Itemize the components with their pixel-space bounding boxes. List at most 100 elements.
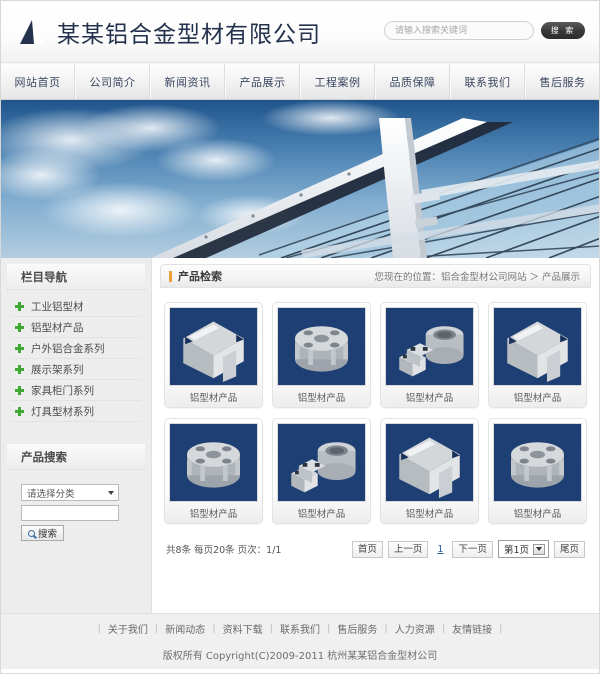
nav-item-news[interactable]: 新闻资讯 xyxy=(150,64,225,99)
triangle-logo-icon xyxy=(17,17,47,47)
product-label: 铝型材产品 xyxy=(189,508,238,520)
nav-item-service[interactable]: 售后服务 xyxy=(525,64,599,99)
product-label: 铝型材产品 xyxy=(189,392,238,404)
sidebar-item-label: 展示架系列 xyxy=(31,363,84,376)
aluminium-gear-profile-icon xyxy=(295,326,348,372)
pagination-last-button[interactable]: 尾页 xyxy=(553,540,585,558)
pagination-page-select[interactable]: 第1页 xyxy=(497,540,549,558)
nav-item-home[interactable]: 网站首页 xyxy=(1,64,75,99)
sidebar-item-label: 工业铝型材 xyxy=(31,300,84,313)
footer-link-download[interactable]: 资料下载 xyxy=(223,621,263,636)
search-icon xyxy=(28,529,35,537)
aluminium-combo-profile-icon xyxy=(291,442,356,493)
category-select-value: 请选择分类 xyxy=(27,488,75,500)
nav-item-products[interactable]: 产品展示 xyxy=(225,64,300,99)
separator: | xyxy=(384,623,388,634)
footer-link-friends[interactable]: 友情链接 xyxy=(452,621,492,636)
banner-illustration xyxy=(1,100,599,258)
footer-link-news[interactable]: 新闻动态 xyxy=(165,621,205,636)
sidebar-item-label: 家具柜门系列 xyxy=(31,384,94,397)
header-search-area: 搜 索 xyxy=(384,21,585,40)
product-card[interactable]: 铝型材产品 xyxy=(380,302,479,408)
pagination: 共8条 每页20条 页次：1/1 首页 上一页 1 下一页 第1页 尾页 xyxy=(160,524,591,558)
plus-icon xyxy=(15,343,24,353)
category-select[interactable]: 请选择分类 xyxy=(21,484,119,501)
sidebar: 栏目导航 工业铝型材 铝型材产品 户外铝合金系列 展示架系列 家具柜门系列 灯具… xyxy=(1,258,152,613)
footer-link-about[interactable]: 关于我们 xyxy=(108,621,148,636)
aluminium-gear-profile-icon xyxy=(187,442,240,488)
product-search-title: 产品搜索 xyxy=(7,444,145,470)
product-thumbnail xyxy=(169,423,258,502)
logo-block[interactable]: 某某铝合金型材有限公司 xyxy=(17,15,321,49)
product-thumbnail xyxy=(277,307,366,386)
chevron-down-icon xyxy=(532,543,545,555)
product-card[interactable]: 铝型材产品 xyxy=(488,302,587,408)
search-input[interactable] xyxy=(384,21,534,40)
search-button[interactable]: 搜 索 xyxy=(541,22,585,39)
product-thumbnail xyxy=(277,423,366,502)
pagination-first-button[interactable]: 首页 xyxy=(351,540,383,558)
sidebar-item-outdoor[interactable]: 户外铝合金系列 xyxy=(11,338,141,359)
main-panel: 产品检索 您现在的位置：铝合金型材公司网站 ＞ 产品展示 铝型材产品 铝型材产品… xyxy=(152,258,599,613)
sidebar-item-label: 户外铝合金系列 xyxy=(31,342,105,355)
plus-icon xyxy=(15,322,24,332)
product-card[interactable]: 铝型材产品 xyxy=(272,302,371,408)
sidebar-category-list: 工业铝型材 铝型材产品 户外铝合金系列 展示架系列 家具柜门系列 灯具型材系列 xyxy=(11,296,141,422)
footer-link-service[interactable]: 售后服务 xyxy=(337,621,377,636)
aluminium-angle-profile-icon xyxy=(399,437,460,499)
sidebar-item-furniture-door[interactable]: 家具柜门系列 xyxy=(11,380,141,401)
page-root: 某某铝合金型材有限公司 搜 索 网站首页 公司简介 新闻资讯 产品展示 工程案例… xyxy=(0,0,600,674)
aluminium-gear-profile-icon xyxy=(511,442,564,488)
company-name: 某某铝合金型材有限公司 xyxy=(57,21,321,48)
sidebar-item-profile-products[interactable]: 铝型材产品 xyxy=(11,317,141,338)
product-search-form: 请选择分类 搜索 xyxy=(7,470,145,541)
product-keyword-input[interactable] xyxy=(21,505,119,521)
main-nav: 网站首页 公司简介 新闻资讯 产品展示 工程案例 品质保障 联系我们 售后服务 xyxy=(1,63,599,100)
sidebar-item-label: 铝型材产品 xyxy=(31,321,84,334)
nav-item-cases[interactable]: 工程案例 xyxy=(300,64,375,99)
separator: | xyxy=(269,623,273,634)
footer-link-hr[interactable]: 人力资源 xyxy=(395,621,435,636)
chevron-down-icon xyxy=(108,491,114,495)
sidebar-item-lamp-profile[interactable]: 灯具型材系列 xyxy=(11,401,141,422)
page-title: 产品检索 xyxy=(178,270,222,283)
site-footer: | 关于我们 | 新闻动态 | 资料下载 | 联系我们 | 售后服务 | 人力资… xyxy=(1,613,599,669)
product-thumbnail xyxy=(385,423,474,502)
footer-link-contact[interactable]: 联系我们 xyxy=(280,621,320,636)
product-search-button[interactable]: 搜索 xyxy=(21,525,65,541)
plus-icon xyxy=(15,364,24,374)
nav-item-contact[interactable]: 联系我们 xyxy=(450,64,525,99)
product-thumbnail xyxy=(493,307,582,386)
product-card[interactable]: 铝型材产品 xyxy=(272,418,371,524)
panel-title-block: 产品检索 xyxy=(169,268,222,284)
pagination-page-select-value: 第1页 xyxy=(503,545,529,556)
aluminium-angle-profile-icon xyxy=(183,321,244,383)
pagination-buttons: 首页 上一页 1 下一页 第1页 尾页 xyxy=(351,540,585,558)
product-thumbnail xyxy=(493,423,582,502)
product-thumbnail xyxy=(169,307,258,386)
sidebar-item-label: 灯具型材系列 xyxy=(31,405,94,418)
product-label: 铝型材产品 xyxy=(405,508,454,520)
breadcrumb: 您现在的位置：铝合金型材公司网站 ＞ 产品展示 xyxy=(374,272,580,283)
separator: | xyxy=(441,623,446,634)
product-card[interactable]: 铝型材产品 xyxy=(164,418,263,524)
pagination-prev-button[interactable]: 上一页 xyxy=(387,540,429,558)
pagination-page-1[interactable]: 1 xyxy=(433,542,447,557)
product-label: 铝型材产品 xyxy=(513,508,562,520)
aluminium-angle-profile-icon xyxy=(507,321,568,383)
accent-bar-icon xyxy=(169,270,172,282)
product-card[interactable]: 铝型材产品 xyxy=(164,302,263,408)
footer-links: | 关于我们 | 新闻动态 | 资料下载 | 联系我们 | 售后服务 | 人力资… xyxy=(91,621,510,636)
sidebar-item-display-rack[interactable]: 展示架系列 xyxy=(11,359,141,380)
product-card[interactable]: 铝型材产品 xyxy=(380,418,479,524)
nav-item-about[interactable]: 公司简介 xyxy=(75,64,150,99)
pagination-next-button[interactable]: 下一页 xyxy=(452,540,493,558)
sidebar-item-industrial[interactable]: 工业铝型材 xyxy=(11,296,141,317)
product-card[interactable]: 铝型材产品 xyxy=(488,418,587,524)
sidebar-nav-title: 栏目导航 xyxy=(7,264,145,290)
plus-icon xyxy=(15,406,24,416)
content-area: 栏目导航 工业铝型材 铝型材产品 户外铝合金系列 展示架系列 家具柜门系列 灯具… xyxy=(1,258,599,613)
separator: | xyxy=(327,623,331,634)
separator: | xyxy=(212,623,216,634)
nav-item-quality[interactable]: 品质保障 xyxy=(375,64,450,99)
